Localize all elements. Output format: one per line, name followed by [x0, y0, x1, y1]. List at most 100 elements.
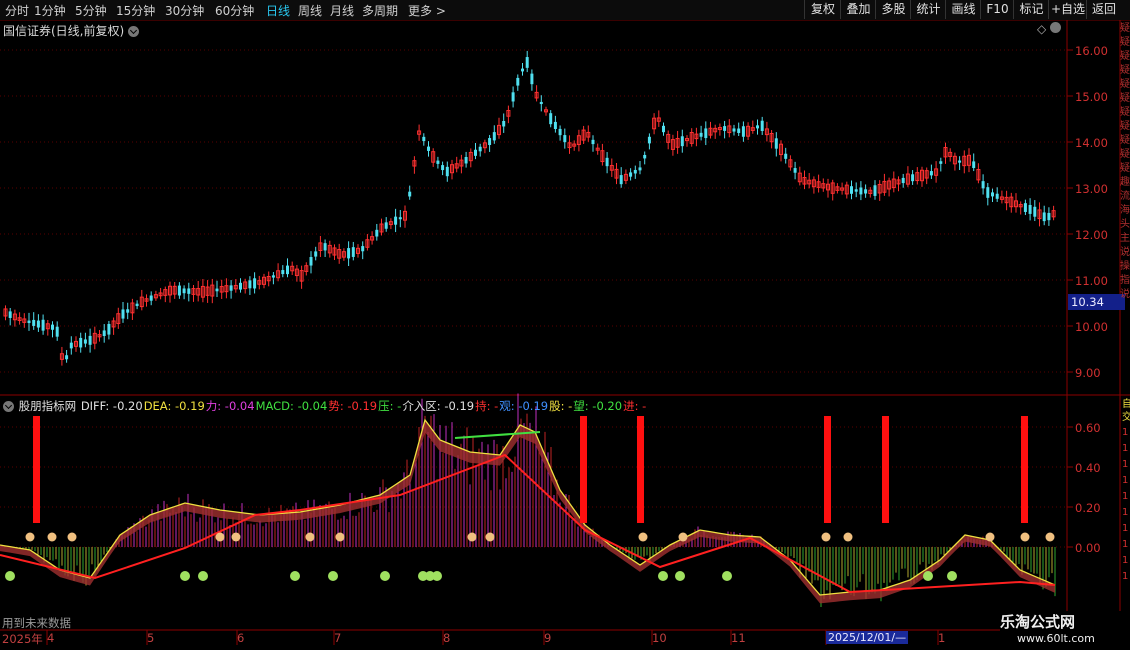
- candle-body: [102, 330, 106, 336]
- hand-pointer-icon: [678, 532, 688, 542]
- chevron-down-icon[interactable]: [3, 401, 14, 412]
- settings-diamond-icon[interactable]: ◇: [1037, 22, 1062, 36]
- candle-body: [41, 319, 45, 331]
- apple-icon: [5, 571, 15, 581]
- candle-body: [271, 275, 275, 278]
- candle-body: [1023, 203, 1027, 212]
- hand-pointer-icon: [1020, 532, 1030, 542]
- panel-menu-icon[interactable]: [1050, 22, 1062, 33]
- candle-body: [1042, 212, 1046, 222]
- price-tick: 10.00: [1075, 320, 1108, 334]
- x-axis-label: 5: [147, 631, 155, 645]
- candle-body: [408, 191, 412, 197]
- candle-body: [563, 135, 567, 143]
- side-text-column-2: 自交: [1122, 399, 1130, 423]
- apple-icon: [290, 571, 300, 581]
- candle-body: [516, 77, 520, 86]
- signal-bar: [580, 416, 587, 523]
- signal-bar: [33, 416, 40, 523]
- candle-body: [314, 251, 318, 257]
- candle-body: [441, 165, 445, 171]
- candle-body: [558, 128, 562, 136]
- candle-body: [436, 160, 440, 164]
- indicator-legend-item: 压: -: [378, 399, 402, 413]
- candle-body: [149, 295, 153, 301]
- price-tick: 16.00: [1075, 44, 1108, 58]
- apple-icon: [328, 571, 338, 581]
- price-tick: 13.00: [1075, 182, 1108, 196]
- candle-body: [793, 168, 797, 173]
- candle-body: [309, 257, 313, 266]
- future-data-note: 用到未来数据: [2, 616, 71, 630]
- candle-body: [741, 126, 745, 137]
- hand-pointer-icon: [335, 532, 345, 542]
- indicator-legend-item: MACD: -0.04: [255, 399, 328, 413]
- candle-body: [351, 247, 355, 257]
- x-axis-label: 10: [652, 631, 667, 645]
- candle-body: [591, 139, 595, 145]
- candle-body: [79, 337, 83, 348]
- candle-body: [32, 319, 36, 326]
- candle-body: [859, 187, 863, 195]
- candle-body: [525, 57, 529, 68]
- x-axis-label: 2025年: [2, 632, 43, 646]
- candle-body: [65, 355, 69, 360]
- candle-body: [647, 136, 651, 144]
- apple-icon: [180, 571, 190, 581]
- hand-pointer-icon: [1045, 532, 1055, 542]
- candle-body: [864, 189, 868, 194]
- candle-body: [723, 126, 727, 131]
- candle-body: [756, 125, 759, 129]
- candle-body: [643, 154, 647, 159]
- candle-body: [521, 68, 524, 72]
- candle-body: [991, 192, 994, 197]
- side-tick-column: 11 11 11 11 11: [1122, 427, 1129, 582]
- signal-bar: [1021, 416, 1028, 523]
- candle-body: [939, 161, 943, 164]
- kline-chart-canvas[interactable]: [0, 0, 1130, 650]
- candle-body: [873, 185, 877, 196]
- candle-body: [253, 278, 257, 289]
- hand-pointer-icon: [47, 532, 57, 542]
- candle-body: [704, 128, 708, 139]
- candle-body: [488, 138, 492, 145]
- hand-pointer-icon: [25, 532, 35, 542]
- indicator-tick: 0.60: [1075, 421, 1101, 435]
- candle-body: [638, 167, 642, 171]
- hand-pointer-icon: [215, 532, 225, 542]
- watermark-title: 乐淘公式网: [1000, 613, 1076, 631]
- current-price-label: 10.34: [1068, 294, 1125, 310]
- hand-pointer-icon: [67, 532, 77, 542]
- candle-body: [384, 222, 388, 229]
- indicator-legend-item: 势: -0.19: [328, 399, 378, 413]
- candle-body: [121, 309, 125, 319]
- apple-icon: [947, 571, 957, 581]
- date-range-box[interactable]: 2025/12/01/—: [826, 631, 908, 644]
- candle-body: [629, 172, 633, 177]
- chart-title: 国信证券(日线,前复权): [3, 22, 140, 39]
- candle-body: [107, 323, 111, 335]
- candle-body: [51, 324, 54, 330]
- hand-pointer-icon: [467, 532, 477, 542]
- price-tick: 12.00: [1075, 228, 1108, 242]
- indicator-name[interactable]: 股朋指标网: [19, 399, 77, 413]
- candle-body: [375, 229, 379, 237]
- indicator-legend-item: 观: -0.19: [499, 399, 549, 413]
- candlestick-series: [3, 50, 1056, 366]
- candle-body: [55, 326, 59, 337]
- candle-body: [553, 121, 557, 130]
- x-axis-label: 7: [334, 631, 342, 645]
- candle-body: [699, 132, 703, 137]
- indicator-tick: 0.20: [1075, 501, 1101, 515]
- candle-body: [347, 248, 351, 259]
- chevron-down-icon[interactable]: [128, 26, 140, 37]
- x-axis-label: 11: [731, 631, 746, 645]
- candle-body: [511, 92, 515, 102]
- candle-body: [464, 157, 468, 164]
- candle-body: [774, 138, 778, 149]
- candle-body: [605, 157, 609, 167]
- x-axis-label: 4: [47, 631, 55, 645]
- x-axis-label: 9: [544, 631, 552, 645]
- candle-body: [549, 113, 553, 125]
- candle-body: [69, 342, 73, 349]
